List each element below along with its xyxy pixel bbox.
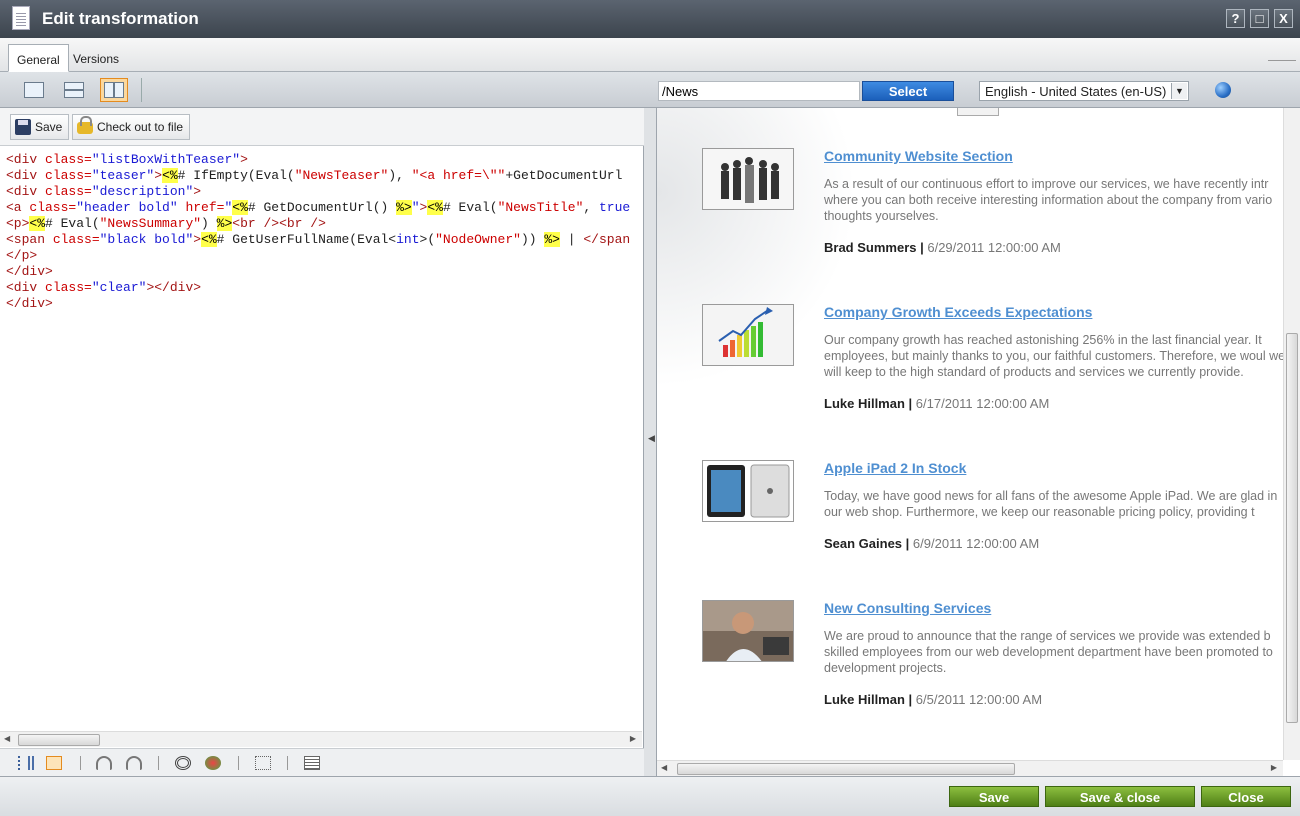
preview-top-handle[interactable] bbox=[957, 108, 999, 116]
news-thumbnail[interactable] bbox=[702, 460, 794, 522]
check-out-button[interactable]: Check out to file bbox=[72, 114, 191, 140]
preview-horizontal-scrollbar[interactable]: ◀ ▶ bbox=[657, 760, 1283, 776]
news-meta: Luke Hillman | 6/17/2011 12:00:00 AM bbox=[824, 396, 1050, 411]
news-thumbnail[interactable] bbox=[702, 304, 794, 366]
language-select[interactable]: English - United States (en-US) ▼ bbox=[979, 81, 1189, 101]
tab-overflow-handle[interactable] bbox=[1268, 60, 1296, 66]
toolbar-separator bbox=[238, 756, 239, 770]
horizontal-split-icon bbox=[64, 82, 84, 90]
title-bar: Edit transformation ? □ X bbox=[0, 0, 1300, 38]
news-date: 6/17/2011 12:00:00 AM bbox=[915, 396, 1050, 411]
highlight-toggle-icon[interactable] bbox=[46, 756, 62, 770]
code-textarea[interactable]: <div class="listBoxWithTeaser"> <div cla… bbox=[6, 152, 642, 732]
horizontal-split-icon-lower bbox=[64, 90, 84, 98]
news-thumbnail[interactable] bbox=[702, 148, 794, 210]
news-date: 6/9/2011 12:00:00 AM bbox=[912, 536, 1040, 551]
check-out-label: Check out to file bbox=[97, 120, 184, 134]
news-meta: Luke Hillman | 6/5/2011 12:00:00 AM bbox=[824, 692, 1043, 707]
tab-versions[interactable]: Versions bbox=[65, 44, 127, 72]
save-icon bbox=[15, 119, 31, 135]
lock-icon bbox=[77, 116, 93, 134]
tab-general[interactable]: General bbox=[8, 44, 69, 72]
news-title-link[interactable]: Community Website Section bbox=[824, 148, 1013, 164]
close-window-button[interactable]: X bbox=[1274, 9, 1293, 28]
vertical-split-icon-right bbox=[114, 82, 124, 98]
language-select-value: English - United States (en-US) bbox=[985, 84, 1167, 99]
news-meta: Brad Summers | 6/29/2011 12:00:00 AM bbox=[824, 240, 1061, 255]
find-icon[interactable] bbox=[175, 756, 191, 770]
document-icon bbox=[12, 6, 30, 30]
news-date: 6/5/2011 12:00:00 AM bbox=[915, 692, 1043, 707]
news-date: 6/29/2011 12:00:00 AM bbox=[927, 240, 1061, 255]
preview-hscroll-thumb[interactable] bbox=[677, 763, 1015, 775]
line-numbers-icon[interactable] bbox=[18, 756, 34, 770]
pane-splitter[interactable]: ◀ bbox=[644, 108, 657, 776]
news-title-link[interactable]: Company Growth Exceeds Expectations bbox=[824, 304, 1092, 320]
dialog-footer: Save Save & close Close bbox=[0, 776, 1300, 816]
vertical-split-view-button[interactable] bbox=[100, 78, 128, 102]
editor-save-label: Save bbox=[35, 120, 63, 134]
news-thumbnail[interactable] bbox=[702, 600, 794, 662]
vertical-split-icon bbox=[104, 82, 114, 98]
preview-pane: Community Website Section As a result of… bbox=[657, 108, 1300, 776]
find-replace-icon[interactable] bbox=[205, 756, 221, 770]
horizontal-split-view-button[interactable] bbox=[60, 78, 88, 102]
business-people-image bbox=[703, 149, 793, 209]
news-meta: Sean Gaines | 6/9/2011 12:00:00 AM bbox=[824, 536, 1040, 551]
single-pane-view-button[interactable] bbox=[20, 78, 48, 102]
tab-strip: General Versions bbox=[0, 38, 1300, 72]
select-button[interactable]: Select bbox=[862, 81, 954, 101]
growth-chart-image bbox=[703, 305, 793, 365]
code-editor-panel: Save Check out to file <div class="listB… bbox=[0, 108, 644, 776]
path-input[interactable] bbox=[658, 81, 860, 101]
toolbar-separator bbox=[158, 756, 159, 770]
single-pane-icon bbox=[24, 82, 44, 98]
news-title-link[interactable]: Apple iPad 2 In Stock bbox=[824, 460, 966, 476]
consultant-image bbox=[703, 601, 793, 661]
news-teaser: As a result of our continuous effort to … bbox=[824, 177, 1273, 223]
close-button[interactable]: Close bbox=[1201, 786, 1291, 807]
collapse-left-icon[interactable]: ◀ bbox=[648, 433, 655, 444]
window-title: Edit transformation bbox=[42, 9, 199, 28]
editor-save-button[interactable]: Save bbox=[10, 114, 70, 140]
news-author: Luke Hillman bbox=[824, 692, 905, 707]
news-teaser: Today, we have good news for all fans of… bbox=[824, 489, 1278, 519]
editor-bottom-toolbar bbox=[0, 748, 644, 776]
editor-scroll-thumb[interactable] bbox=[18, 734, 100, 746]
preview-vscroll-thumb[interactable] bbox=[1286, 333, 1298, 723]
news-author: Brad Summers bbox=[824, 240, 917, 255]
editor-horizontal-scrollbar[interactable]: ◀ ▶ bbox=[0, 731, 642, 747]
globe-icon[interactable] bbox=[1215, 82, 1231, 98]
ipad-image bbox=[703, 461, 793, 521]
save-button[interactable]: Save bbox=[949, 786, 1039, 807]
maximize-button[interactable]: □ bbox=[1250, 9, 1269, 28]
redo-icon[interactable] bbox=[126, 756, 142, 770]
news-teaser: We are proud to announce that the range … bbox=[824, 629, 1273, 675]
scroll-right-icon[interactable]: ▶ bbox=[1271, 763, 1277, 772]
toolbar-separator bbox=[80, 756, 81, 770]
help-button[interactable]: ? bbox=[1226, 9, 1245, 28]
news-teaser: Our company growth has reached astonishi… bbox=[824, 333, 1286, 379]
scroll-left-icon[interactable]: ◀ bbox=[4, 734, 10, 743]
scroll-left-icon[interactable]: ◀ bbox=[661, 763, 667, 772]
news-author: Sean Gaines bbox=[824, 536, 903, 551]
save-and-close-button[interactable]: Save & close bbox=[1045, 786, 1195, 807]
undo-icon[interactable] bbox=[96, 756, 112, 770]
format-code-icon[interactable] bbox=[304, 756, 320, 770]
news-title-link[interactable]: New Consulting Services bbox=[824, 600, 991, 616]
news-author: Luke Hillman bbox=[824, 396, 905, 411]
toolbar-separator bbox=[287, 756, 288, 770]
select-all-icon[interactable] bbox=[255, 756, 271, 770]
editor-toolbar: Save Check out to file bbox=[0, 108, 644, 146]
scroll-right-icon[interactable]: ▶ bbox=[630, 734, 636, 743]
preview-vertical-scrollbar[interactable] bbox=[1283, 108, 1300, 760]
toolbar-separator bbox=[141, 78, 142, 102]
chevron-down-icon[interactable]: ▼ bbox=[1171, 83, 1187, 99]
